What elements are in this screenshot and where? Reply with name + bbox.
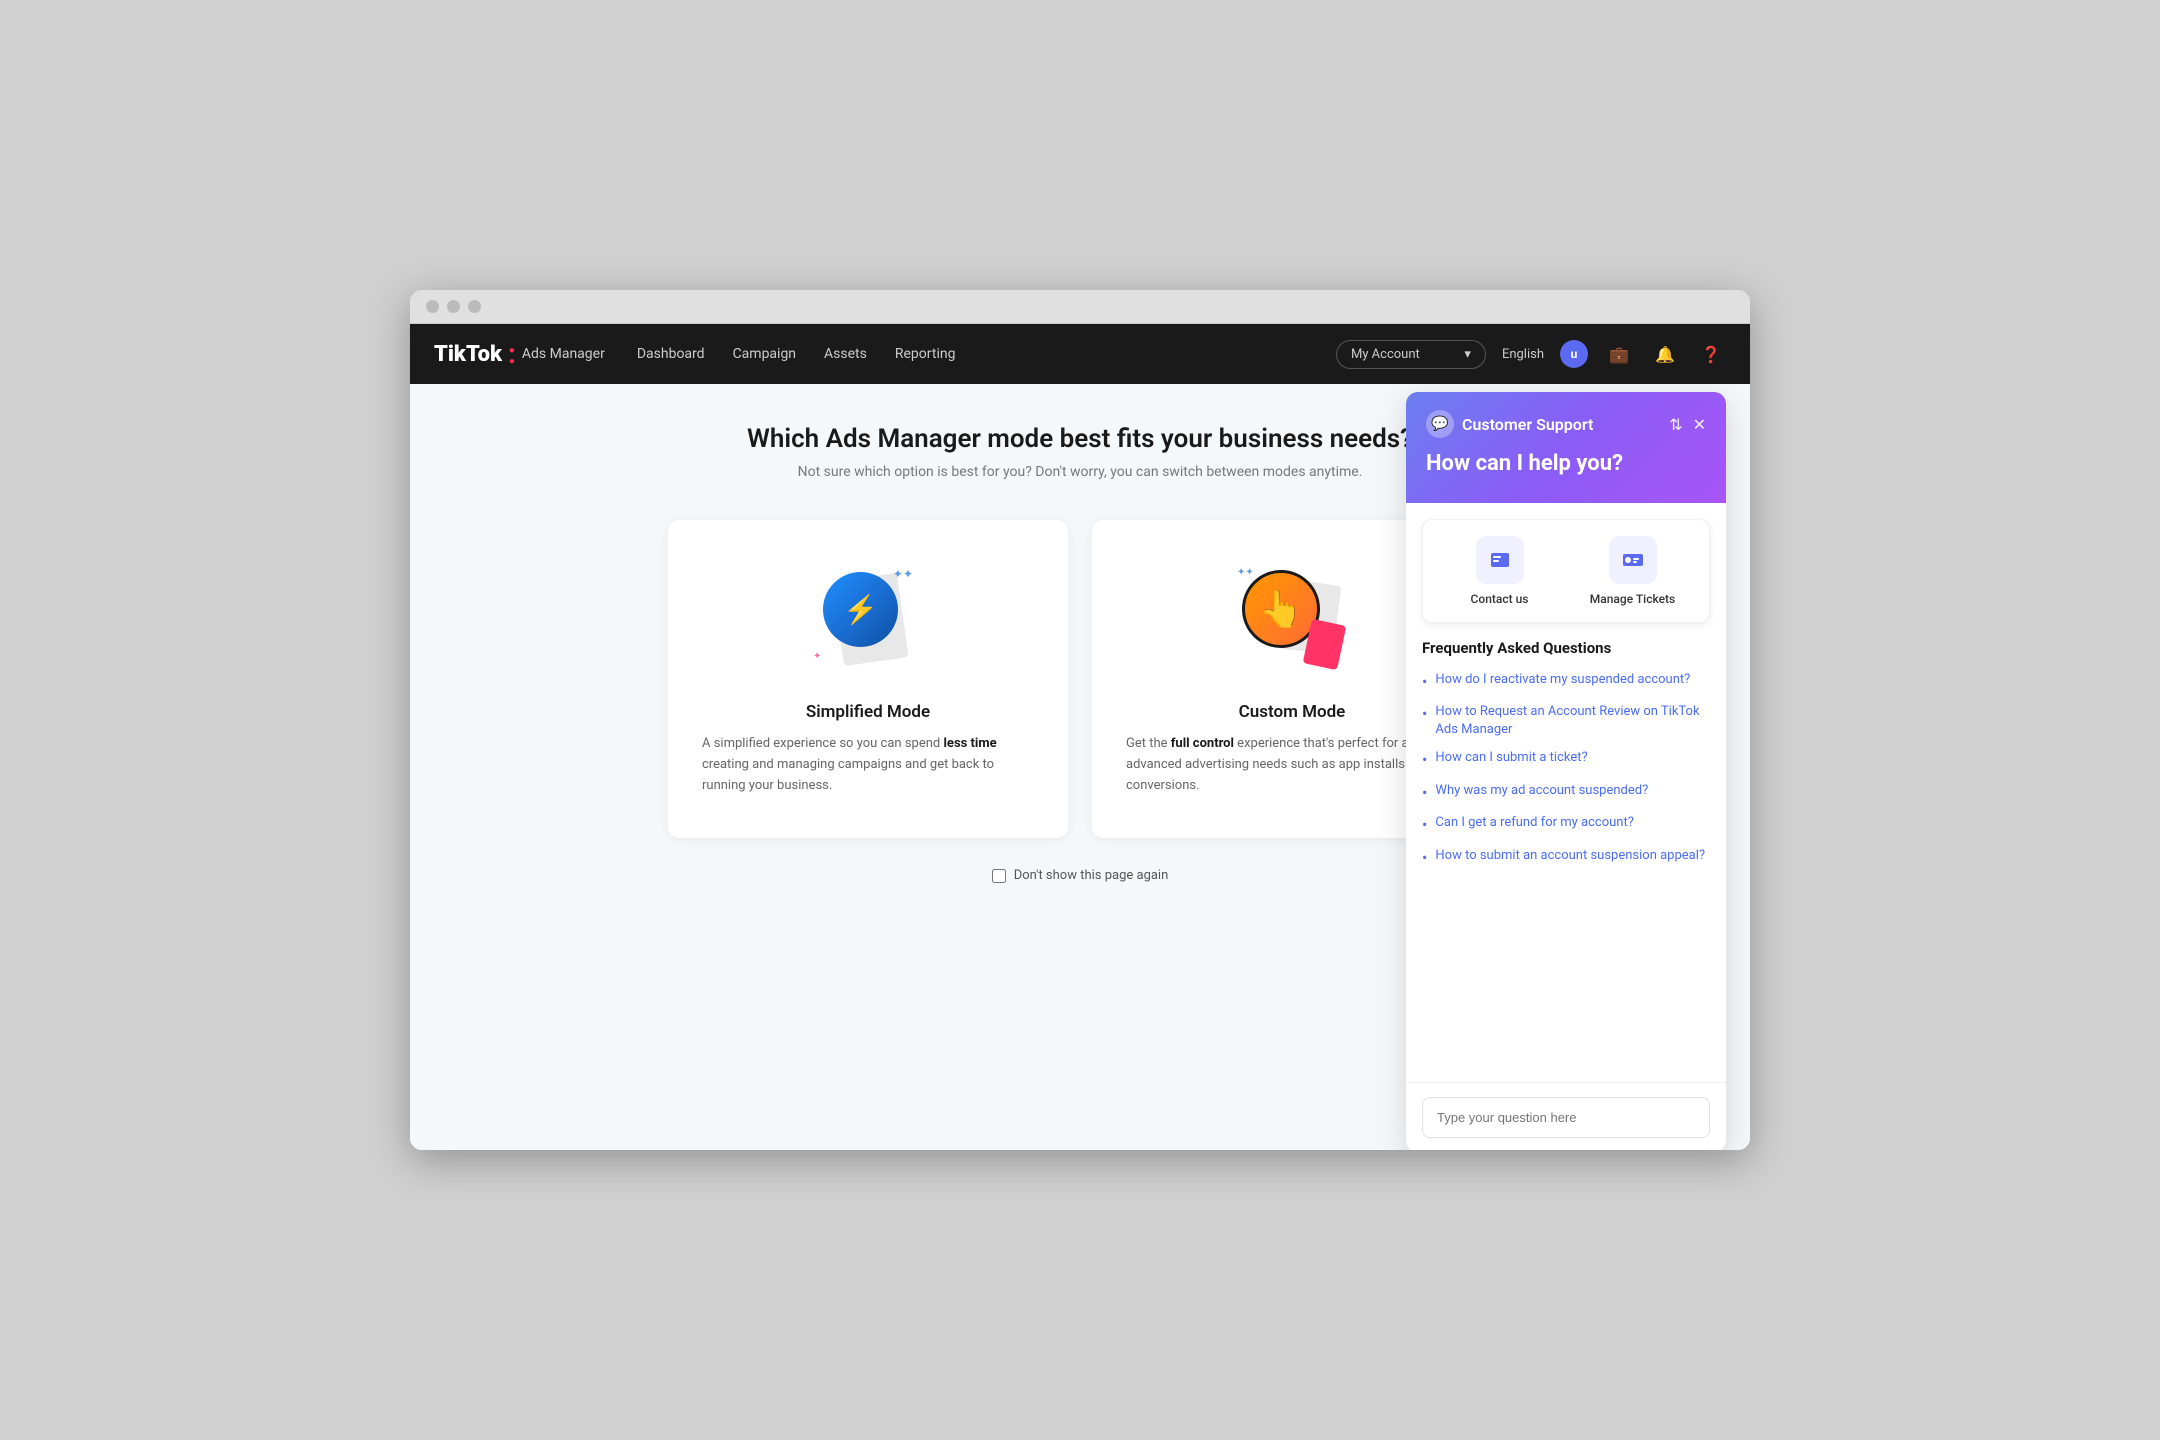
user-avatar: u (1560, 340, 1588, 368)
faq-bullet-1: • (1422, 671, 1427, 693)
topnav: TikTok: Ads Manager Dashboard Campaign A… (410, 324, 1750, 384)
custom-mode-icon: 👆 ✦✦ (1232, 562, 1352, 682)
faq-list: • How do I reactivate my suspended accou… (1422, 671, 1710, 869)
support-question-input[interactable] (1422, 1097, 1710, 1138)
lightning-icon: ⚡ (843, 593, 878, 626)
support-chat-icon: 💬 (1426, 410, 1454, 438)
dont-show-checkbox[interactable] (992, 869, 1006, 883)
traffic-light-close[interactable] (426, 300, 439, 313)
language-button[interactable]: English (1502, 347, 1544, 362)
faq-text-3: How can I submit a ticket? (1435, 749, 1587, 767)
faq-item-4[interactable]: • Why was my ad account suspended? (1422, 782, 1710, 804)
support-footer (1406, 1082, 1726, 1150)
contact-us-icon (1476, 536, 1524, 584)
logo-tiktok-text: TikTok (434, 342, 502, 367)
support-actions: Contact us Manage Ti (1422, 519, 1710, 623)
dont-show-text: Don't show this page again (1014, 868, 1169, 883)
support-header-left: 💬 Customer Support (1426, 410, 1593, 438)
contact-us-label: Contact us (1439, 592, 1560, 606)
bell-icon[interactable]: 🔔 (1650, 339, 1680, 369)
faq-text-5: Can I get a refund for my account? (1435, 814, 1633, 832)
faq-item-2[interactable]: • How to Request an Account Review on Ti… (1422, 703, 1710, 739)
faq-text-6: How to submit an account suspension appe… (1435, 847, 1705, 865)
simplified-mode-card[interactable]: ⚡ ✦✦ ✦ Simplified Mode A simplified expe… (668, 520, 1068, 838)
account-label: My Account (1351, 347, 1420, 362)
support-panel: 💬 Customer Support ⇅ ✕ How can I help yo… (1406, 392, 1726, 1150)
faq-item-6[interactable]: • How to submit an account suspension ap… (1422, 847, 1710, 869)
faq-text-1: How do I reactivate my suspended account… (1435, 671, 1690, 689)
simplified-mode-icon: ⚡ ✦✦ ✦ (808, 562, 928, 682)
support-header: 💬 Customer Support ⇅ ✕ How can I help yo… (1406, 392, 1726, 503)
custom-pink-accent (1303, 619, 1347, 670)
browser-content: TikTok: Ads Manager Dashboard Campaign A… (410, 324, 1750, 1150)
manage-tickets-icon (1609, 536, 1657, 584)
main-area: Which Ads Manager mode best fits your bu… (410, 384, 1750, 1150)
faq-section: Frequently Asked Questions • How do I re… (1422, 639, 1710, 1066)
traffic-light-minimize[interactable] (447, 300, 460, 313)
simplified-mode-title: Simplified Mode (702, 702, 1034, 722)
faq-text-4: Why was my ad account suspended? (1435, 782, 1648, 800)
faq-bullet-2: • (1422, 703, 1427, 725)
browser-window: TikTok: Ads Manager Dashboard Campaign A… (410, 290, 1750, 1150)
contact-us-button[interactable]: Contact us (1439, 536, 1560, 606)
hand-icon: 👆 (1259, 588, 1304, 630)
nav-right: My Account ▾ English u 💼 🔔 ❓ (1336, 339, 1726, 369)
nav-link-dashboard[interactable]: Dashboard (637, 342, 705, 366)
account-dropdown[interactable]: My Account ▾ (1336, 340, 1486, 369)
logo-dot: : (508, 340, 516, 368)
faq-bullet-5: • (1422, 814, 1427, 836)
simplified-mode-desc: A simplified experience so you can spend… (702, 734, 1034, 796)
faq-item-3[interactable]: • How can I submit a ticket? (1422, 749, 1710, 771)
faq-item-5[interactable]: • Can I get a refund for my account? (1422, 814, 1710, 836)
traffic-light-maximize[interactable] (468, 300, 481, 313)
faq-bullet-6: • (1422, 847, 1427, 869)
faq-text-2: How to Request an Account Review on TikT… (1435, 703, 1710, 739)
nav-link-campaign[interactable]: Campaign (733, 342, 796, 366)
support-close-icon[interactable]: ✕ (1693, 415, 1706, 434)
manage-tickets-button[interactable]: Manage Tickets (1572, 536, 1693, 606)
nav-link-reporting[interactable]: Reporting (895, 342, 956, 366)
simplified-stars: ✦✦ (893, 567, 913, 581)
support-resize-icon[interactable]: ⇅ (1669, 415, 1682, 434)
account-chevron-icon: ▾ (1464, 347, 1471, 362)
faq-bullet-3: • (1422, 749, 1427, 771)
browser-chrome (410, 290, 1750, 324)
simplified-pink-star: ✦ (813, 651, 821, 662)
nav-links: Dashboard Campaign Assets Reporting (637, 342, 1304, 366)
support-header-actions: ⇅ ✕ (1669, 415, 1706, 434)
briefcase-icon[interactable]: 💼 (1604, 339, 1634, 369)
logo-ads-manager: Ads Manager (522, 346, 605, 362)
support-question: How can I help you? (1426, 450, 1706, 479)
custom-star-dots: ✦✦ (1237, 567, 1254, 578)
manage-tickets-label: Manage Tickets (1572, 592, 1693, 606)
faq-title: Frequently Asked Questions (1422, 639, 1710, 657)
faq-bullet-4: • (1422, 782, 1427, 804)
faq-item-1[interactable]: • How do I reactivate my suspended accou… (1422, 671, 1710, 693)
simplified-circle: ⚡ (823, 572, 898, 647)
support-body: Contact us Manage Ti (1406, 503, 1726, 1082)
support-header-top: 💬 Customer Support ⇅ ✕ (1426, 410, 1706, 438)
logo: TikTok: Ads Manager (434, 340, 605, 368)
support-title: Customer Support (1462, 415, 1593, 434)
nav-link-assets[interactable]: Assets (824, 342, 867, 366)
help-icon[interactable]: ❓ (1696, 339, 1726, 369)
